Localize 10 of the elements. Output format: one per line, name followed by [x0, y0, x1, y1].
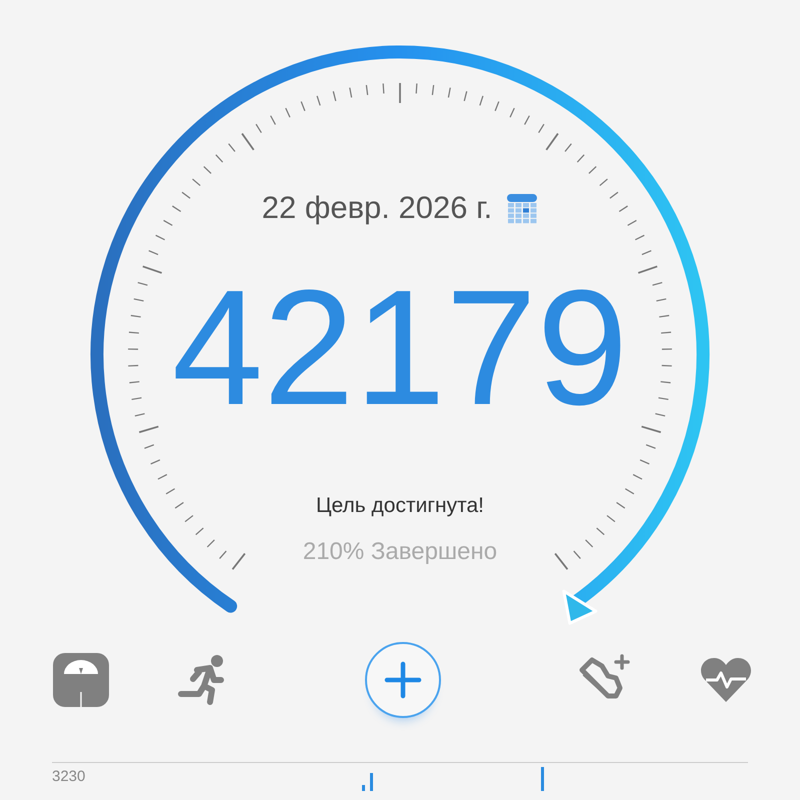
heart-rate-icon[interactable] [700, 657, 752, 703]
step-count: 42179 [172, 266, 628, 430]
goal-status: Цель достигнута! [316, 494, 484, 518]
axis-label: 3230 [52, 768, 86, 785]
scale-icon[interactable] [52, 652, 110, 708]
plus-icon [383, 660, 423, 700]
completion-label: 210% Завершено [302, 538, 498, 566]
date-label: 22 февр. 2026 г. [262, 190, 492, 226]
calendar-icon[interactable] [506, 192, 538, 224]
progress-pointer-icon [562, 590, 598, 625]
